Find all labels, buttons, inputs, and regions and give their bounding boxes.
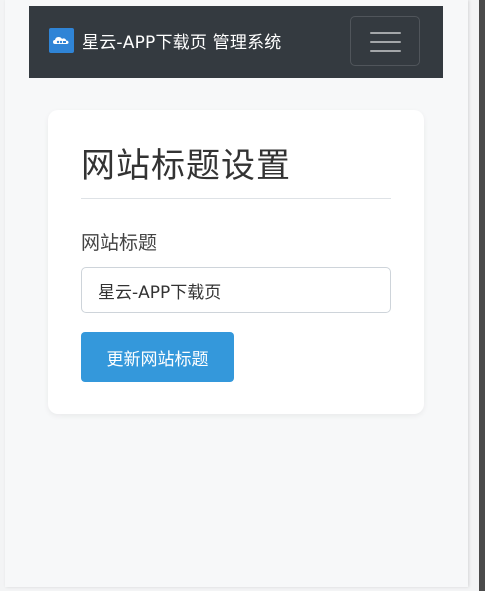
site-title-input[interactable] bbox=[81, 267, 391, 313]
navbar-brand[interactable]: 星云-APP下载页 管理系统 bbox=[49, 26, 281, 54]
page-title: 网站标题设置 bbox=[81, 146, 291, 186]
navbar-toggle-button[interactable] bbox=[350, 16, 420, 66]
hamburger-menu-icon bbox=[370, 32, 401, 34]
page-background: 星云-APP下载页 管理系统 网站标题设置 网站标题 更新网站标题 bbox=[0, 0, 485, 591]
brand-title: 星云-APP下载页 管理系统 bbox=[82, 32, 282, 53]
settings-card: 网站标题设置 网站标题 更新网站标题 bbox=[48, 110, 424, 414]
top-navbar: 星云-APP下载页 管理系统 bbox=[29, 6, 443, 78]
update-title-button[interactable]: 更新网站标题 bbox=[81, 332, 234, 382]
cloud-icon bbox=[49, 27, 74, 53]
window-edge bbox=[479, 0, 485, 591]
site-title-label: 网站标题 bbox=[81, 232, 158, 254]
title-divider bbox=[81, 198, 391, 199]
